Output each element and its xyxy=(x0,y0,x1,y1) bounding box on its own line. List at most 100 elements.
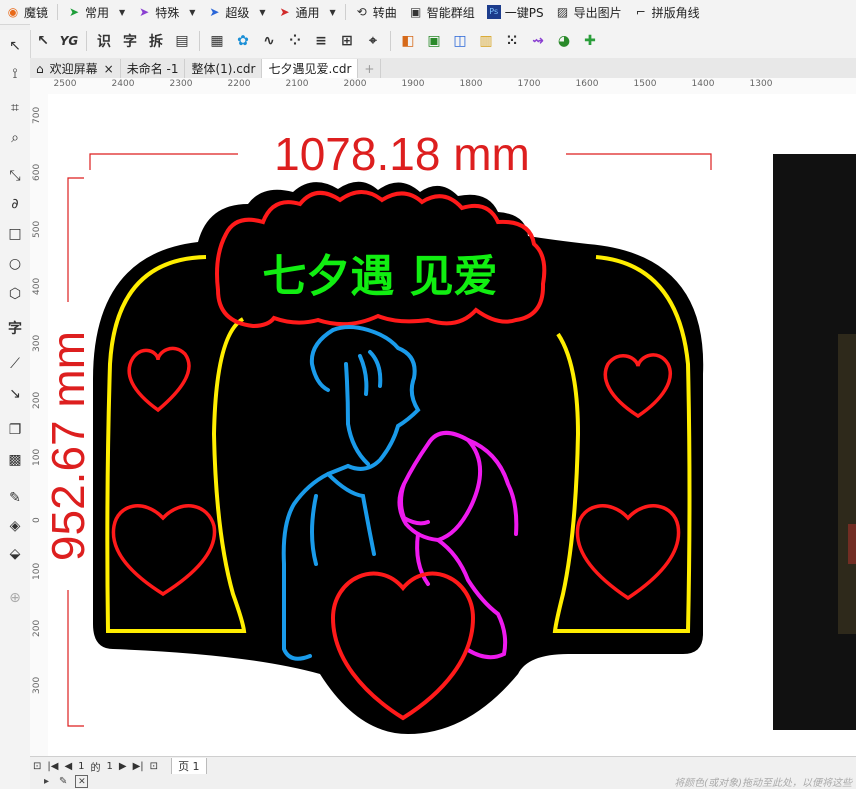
ruler-tick-label: 700 xyxy=(32,106,42,124)
tab-label: 整体(1).cdr xyxy=(191,62,256,76)
page-tab[interactable]: 页 1 xyxy=(171,757,207,775)
lines-icon[interactable]: ≡ xyxy=(310,30,332,52)
page-navigator: ⊡ |◀ ◀ 1 的 1 ▶ ▶| ⊡ 页 1 xyxy=(30,756,856,775)
page-add-icon[interactable]: ⊡ xyxy=(33,761,41,772)
tab-2[interactable]: 整体(1).cdr xyxy=(185,59,263,78)
ruler-corner[interactable] xyxy=(30,78,49,95)
dimension-tool-icon[interactable]: ⟋ xyxy=(3,352,27,376)
shadow-tool-icon[interactable]: ❐ xyxy=(3,418,27,442)
first-page-icon[interactable]: |◀ xyxy=(47,761,58,772)
yg-logo-icon[interactable]: YG xyxy=(58,30,80,52)
no-fill-icon[interactable]: ✕ xyxy=(75,775,89,788)
tab-0[interactable]: ⌂ 欢迎屏幕 × xyxy=(30,59,121,78)
grid-icon[interactable]: ⊞ xyxy=(336,30,358,52)
photo-preview[interactable] xyxy=(773,154,856,730)
add-tool-icon[interactable]: ⊕ xyxy=(3,586,27,610)
text-tool-icon[interactable]: 字 xyxy=(3,316,27,340)
ruler-tick-label: 2500 xyxy=(53,79,77,89)
menu-item-5[interactable]: ⟲ 转曲 xyxy=(349,0,403,24)
tab-label: 七夕遇见爱.cdr xyxy=(268,62,352,76)
ruler-tick-label: 400 xyxy=(32,277,42,295)
menu-item-1[interactable]: ➤ 常用 ▼ xyxy=(61,0,131,24)
width-dimension-label: 1078.18 mm xyxy=(274,128,530,180)
status-bar: ▸ ✎ ✕ 将颜色(或对象)拖动至此处，以便将这些 xyxy=(30,774,856,789)
ellipse-tool-icon[interactable]: ○ xyxy=(3,252,27,276)
table-icon[interactable]: ▦ xyxy=(206,30,228,52)
menu-item-8[interactable]: ▨ 导出图片 xyxy=(550,0,628,24)
ruler-tick-label: 1700 xyxy=(517,79,541,89)
triangle-icon[interactable]: ▸ xyxy=(44,776,49,787)
wave-icon[interactable]: ∿ xyxy=(258,30,280,52)
arrows-icon[interactable]: ⇝ xyxy=(527,30,549,52)
char-button[interactable]: 字 xyxy=(119,30,141,52)
next-page-icon[interactable]: ▶ xyxy=(119,761,127,772)
close-icon[interactable]: × xyxy=(104,62,114,76)
page-of-label: 的 xyxy=(90,762,101,774)
menu-item-6[interactable]: ▣ 智能群组 xyxy=(403,0,481,24)
freehand-tool-icon[interactable]: ⤡ xyxy=(3,164,27,188)
zoom-tool-icon[interactable]: ⌕ xyxy=(3,126,27,150)
tab-label: 未命名 -1 xyxy=(126,62,179,76)
artistic-media-icon[interactable]: ∂ xyxy=(3,192,27,216)
polygon-tool-icon[interactable]: ⬡ xyxy=(3,282,27,306)
ruler-tick-label: 1900 xyxy=(401,79,425,89)
transparency-tool-icon[interactable]: ▩ xyxy=(3,448,27,472)
menu-item-4[interactable]: ➤ 通用 ▼ xyxy=(272,0,342,24)
crop-tool-icon[interactable]: ⌗ xyxy=(3,96,27,120)
ruler-tick-label: 2100 xyxy=(285,79,309,89)
node-icon[interactable]: ◫ xyxy=(449,30,471,52)
status-hint: 将颜色(或对象)拖动至此处，以便将这些 xyxy=(674,778,852,789)
prev-page-icon[interactable]: ◀ xyxy=(64,761,72,772)
menu-item-3[interactable]: ➤ 超级 ▼ xyxy=(201,0,271,24)
curve-icon: ⟲ xyxy=(356,5,367,19)
tab-1[interactable]: 未命名 -1 xyxy=(121,59,186,78)
shape-tool-icon[interactable]: ⟟ xyxy=(3,62,27,86)
menu-item-7[interactable]: Ps 一键PS xyxy=(481,0,550,24)
toolbar-separator xyxy=(199,31,200,51)
ball-icon[interactable]: ◕ xyxy=(553,30,575,52)
connector-tool-icon[interactable]: ↘ xyxy=(3,382,27,406)
pick-tool-icon[interactable]: ↖ xyxy=(32,30,54,52)
height-dimension[interactable]: 952.67 mm xyxy=(48,177,94,727)
menu-item-0[interactable]: ◉ 魔镜 xyxy=(0,0,54,24)
width-dimension[interactable]: 1078.18 mm xyxy=(89,128,712,180)
chevron-down-icon[interactable]: ▼ xyxy=(189,8,195,17)
smart-fill-icon[interactable]: ⬙ xyxy=(3,542,27,566)
toolbox: ↖ ⟟ ⌗ ⌕ ⤡ ∂ □ ○ ⬡ 字 ⟋ ↘ ❐ ▩ ✎ ◈ ⬙ ⊕ xyxy=(0,30,31,789)
property-toolbar: ↖ YG 识 字 拆 ▤ ▦ ✿ ∿ ⁘ ≡ ⊞ ⌖ ◧ ▣ ◫ ▥ ⁙ ⇝ ◕… xyxy=(30,24,856,58)
horizontal-ruler[interactable]: 2500 2400 2300 2200 2100 2000 1900 1800 1700 1600… xyxy=(48,78,856,95)
page-add-end-icon[interactable]: ⊡ xyxy=(150,761,158,772)
target-icon[interactable]: ⌖ xyxy=(362,30,384,52)
pattern-icon[interactable]: ✿ xyxy=(232,30,254,52)
document-tabs: ⌂ 欢迎屏幕 × 未命名 -1 整体(1).cdr 七夕遇见爱.cdr + xyxy=(30,58,856,79)
drawing-canvas[interactable]: 1078.18 mm 952.67 mm 七夕遇 见爱 xyxy=(48,94,856,756)
eyedropper-tool-icon[interactable]: ✎ xyxy=(3,486,27,510)
ps-icon: Ps xyxy=(486,5,501,19)
tab-3[interactable]: 七夕遇见爱.cdr xyxy=(262,59,359,78)
eyedropper-icon[interactable]: ✎ xyxy=(59,776,67,787)
artwork-svg[interactable]: 1078.18 mm 952.67 mm 七夕遇 见爱 xyxy=(48,94,856,756)
split-button[interactable]: 拆 xyxy=(145,30,167,52)
clipboard-icon[interactable]: ▤ xyxy=(171,30,193,52)
puzzle-icon[interactable]: ✚ xyxy=(579,30,601,52)
add-tab-icon[interactable]: + xyxy=(358,59,382,78)
chevron-down-icon[interactable]: ▼ xyxy=(259,8,265,17)
chevron-down-icon[interactable]: ▼ xyxy=(330,8,336,17)
page-current: 1 xyxy=(78,760,85,772)
last-page-icon[interactable]: ▶| xyxy=(133,761,144,772)
align-icon[interactable]: ◧ xyxy=(397,30,419,52)
dotgrid-icon[interactable]: ⁙ xyxy=(501,30,523,52)
pick-tool-icon[interactable]: ↖ xyxy=(3,34,27,58)
recognize-text-button[interactable]: 识 xyxy=(93,30,115,52)
frame-icon[interactable]: ▣ xyxy=(423,30,445,52)
menu-item-9[interactable]: ⌐ 拼版角线 xyxy=(628,0,706,24)
rectangle-tool-icon[interactable]: □ xyxy=(3,222,27,246)
fill-tool-icon[interactable]: ◈ xyxy=(3,514,27,538)
vertical-ruler[interactable]: 700 600 500 400 300 200 100 0 100 200 300 xyxy=(30,94,49,756)
dots-icon[interactable]: ⁘ xyxy=(284,30,306,52)
chevron-down-icon[interactable]: ▼ xyxy=(119,8,125,17)
arrow-icon: ➤ xyxy=(279,5,290,19)
ruler-tick-label: 300 xyxy=(32,676,42,694)
menu-item-2[interactable]: ➤ 特殊 ▼ xyxy=(131,0,201,24)
bars-icon[interactable]: ▥ xyxy=(475,30,497,52)
